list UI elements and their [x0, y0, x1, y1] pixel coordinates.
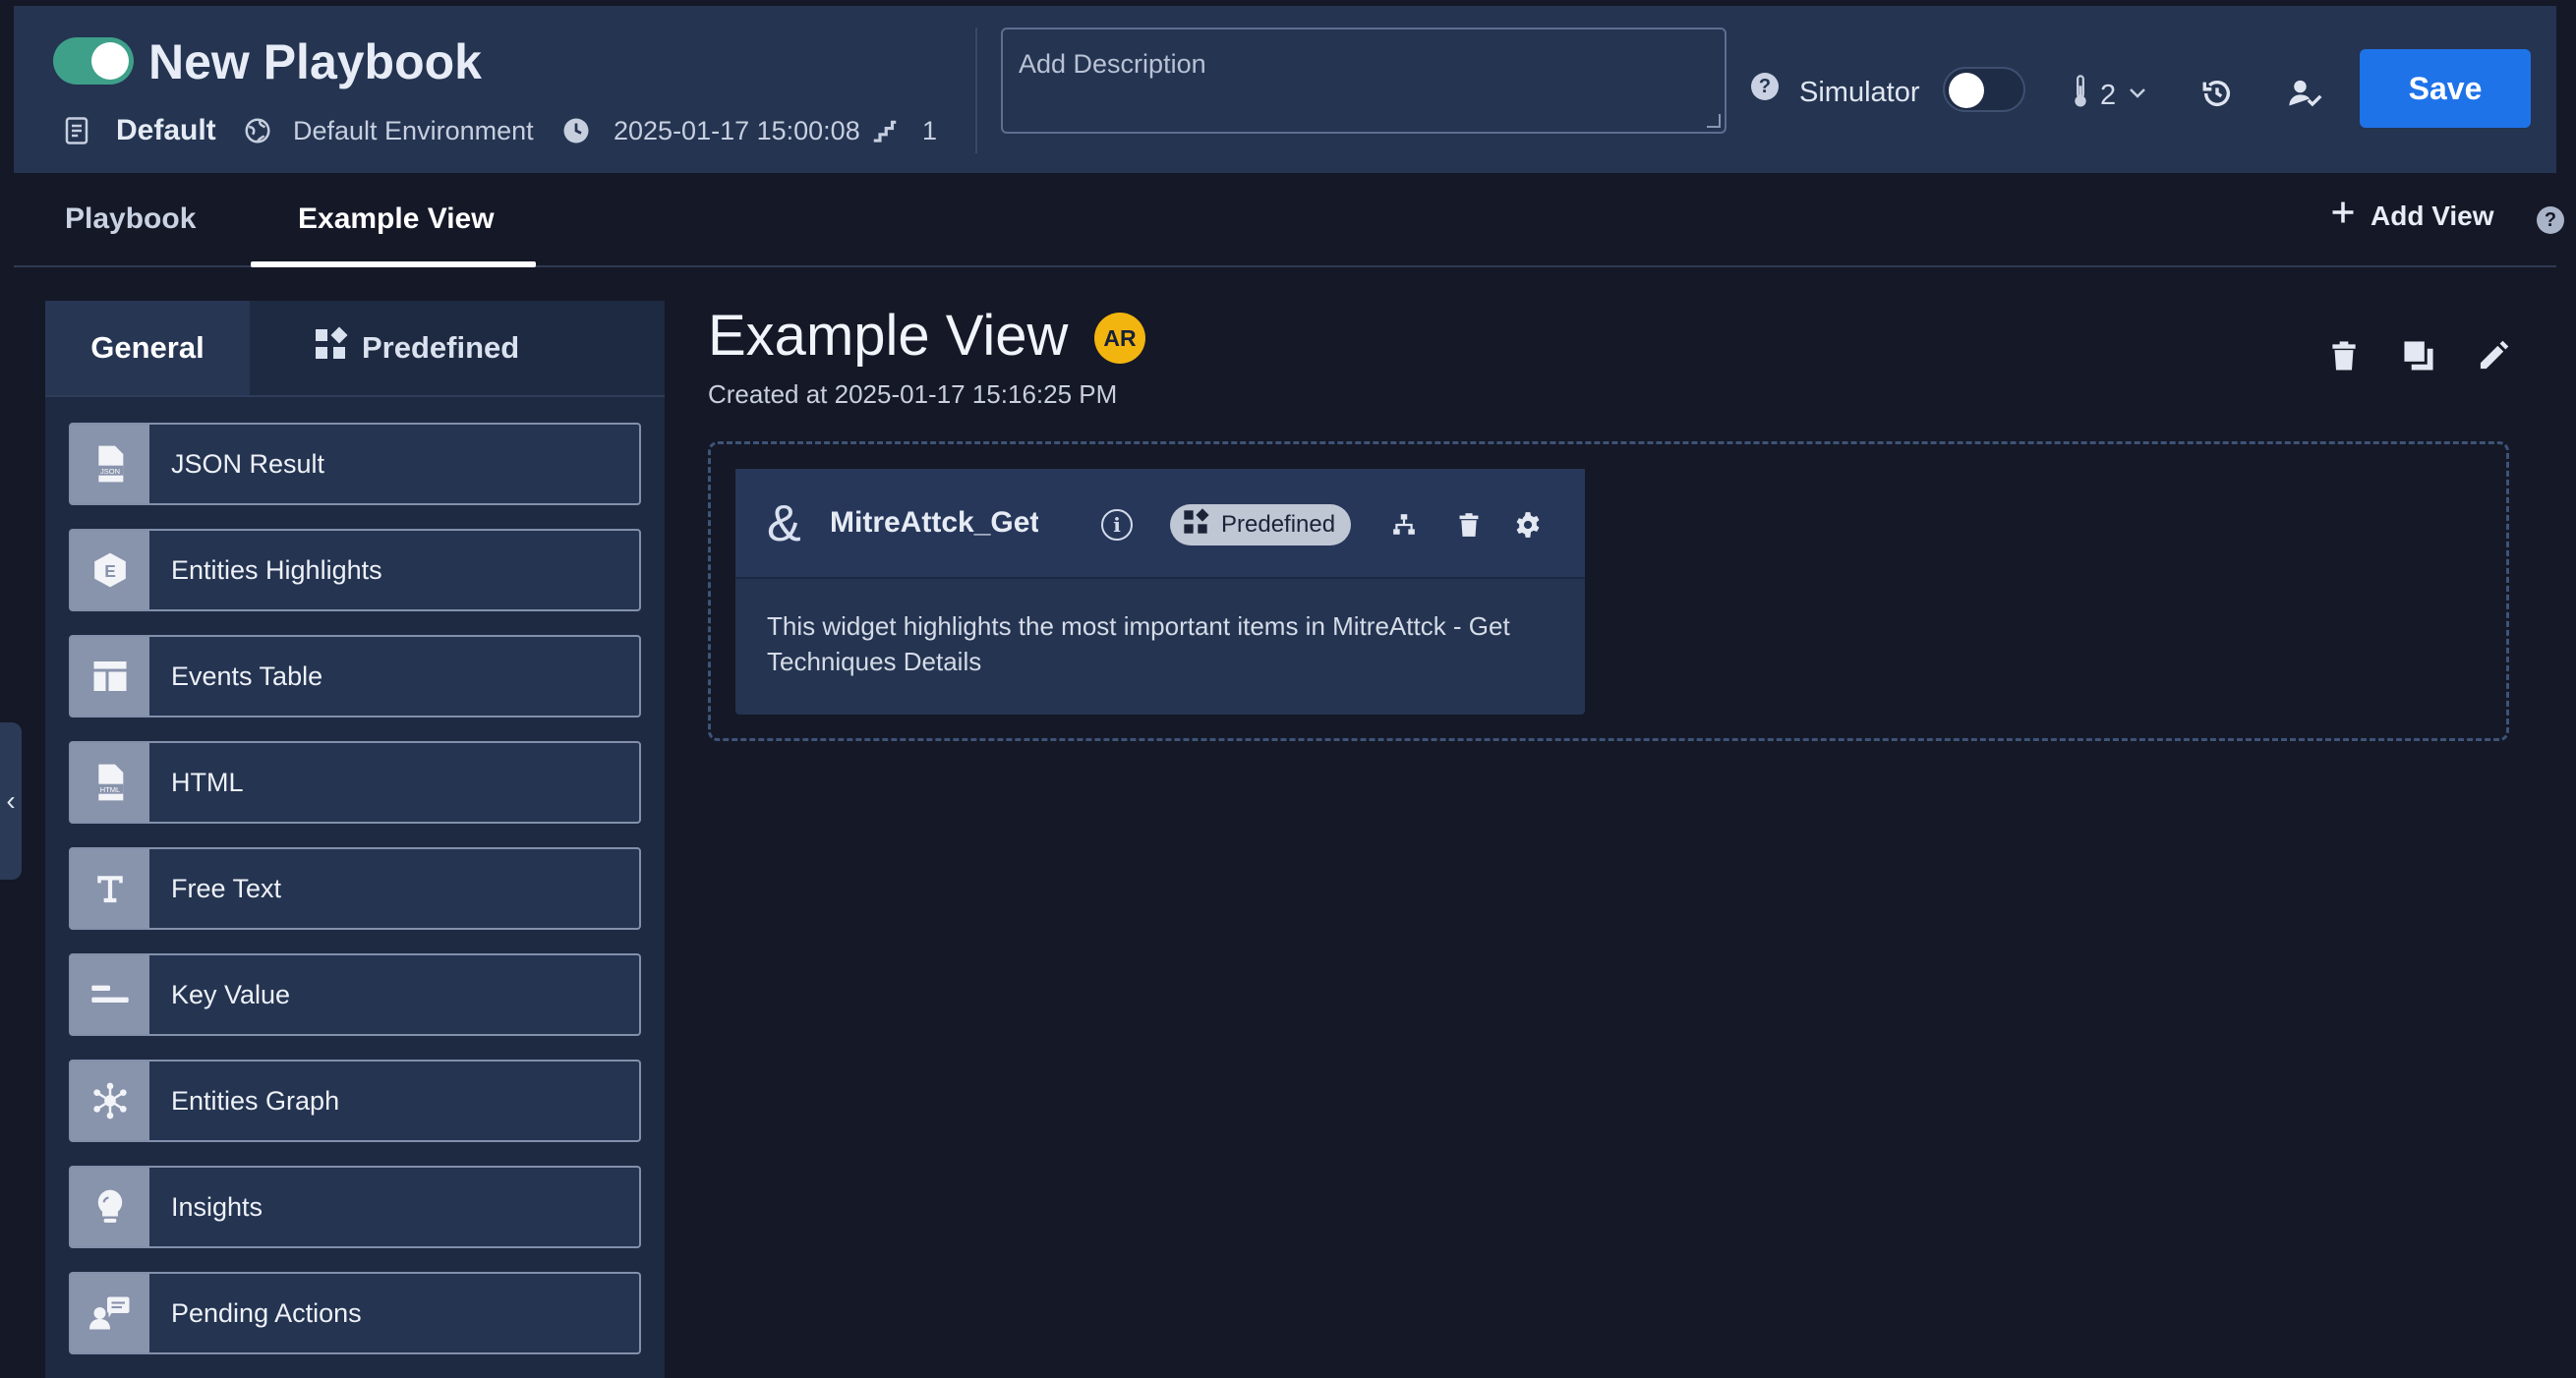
- svg-text:E: E: [104, 561, 116, 581]
- widget-item-events-table[interactable]: Events Table: [69, 635, 641, 718]
- active-tab-indicator: [251, 261, 536, 267]
- trash-icon[interactable]: [1453, 509, 1485, 541]
- widget-item-json-result[interactable]: JSON JSON Result: [69, 423, 641, 505]
- plus-icon: [2329, 199, 2357, 233]
- simulator-toggle[interactable]: [1943, 67, 2025, 112]
- widget-card[interactable]: & MitreAttck_Get Techniques Details i Pr…: [735, 469, 1585, 715]
- widget-panel-tabs: General Predefined: [45, 301, 665, 397]
- predefined-tab-label: Predefined: [362, 330, 520, 365]
- widget-item-pending-actions[interactable]: Pending Actions: [69, 1272, 641, 1354]
- user-check-icon[interactable]: [2287, 75, 2324, 112]
- widget-item-label: Insights: [171, 1191, 263, 1222]
- environment-meta[interactable]: Default Environment: [242, 112, 534, 149]
- tab-playbook[interactable]: Playbook: [65, 202, 196, 236]
- ampersand-icon: &: [767, 495, 801, 552]
- lightbulb-icon: [71, 1168, 149, 1246]
- predefined-badge-label: Predefined: [1221, 511, 1336, 538]
- edit-pencil-icon[interactable]: [2476, 338, 2511, 373]
- key-value-icon: [71, 955, 149, 1034]
- steps-icon: [869, 115, 901, 146]
- widget-item-label: Key Value: [171, 979, 291, 1009]
- widget-card-header: & MitreAttck_Get Techniques Details i Pr…: [735, 469, 1585, 579]
- widget-item-label: Entities Highlights: [171, 554, 382, 585]
- globe-icon: [242, 115, 273, 146]
- table-layout-icon: [71, 637, 149, 716]
- help-icon[interactable]: ?: [2537, 206, 2564, 234]
- timestamp-meta: 2025-01-17 15:00:08: [560, 112, 860, 149]
- steps-count: 1: [922, 115, 938, 145]
- playbook-title[interactable]: New Playbook: [148, 33, 482, 90]
- folder-label: Default: [116, 114, 216, 146]
- html-file-icon: HTML: [71, 743, 149, 822]
- widget-card-description: This widget highlights the most importan…: [767, 611, 1510, 676]
- description-input[interactable]: Add Description: [1001, 28, 1727, 134]
- save-button[interactable]: Save: [2360, 49, 2531, 128]
- resize-grip-icon[interactable]: [1707, 114, 1721, 128]
- clock-icon: [560, 115, 592, 146]
- view-title: Example View: [708, 304, 1069, 368]
- hierarchy-icon[interactable]: [1388, 509, 1420, 541]
- tab-example-view[interactable]: Example View: [298, 202, 495, 236]
- predefined-badge: Predefined: [1170, 504, 1352, 545]
- add-view-label: Add View: [2371, 200, 2494, 231]
- description-placeholder: Add Description: [1019, 49, 1206, 79]
- history-icon[interactable]: [2198, 75, 2236, 112]
- widget-item-html[interactable]: HTML HTML: [69, 741, 641, 824]
- simulator-help-icon[interactable]: ?: [1751, 73, 1779, 100]
- info-icon[interactable]: i: [1101, 509, 1133, 541]
- trash-icon[interactable]: [2326, 338, 2362, 373]
- priority-value: 2: [2100, 79, 2117, 111]
- tab-predefined[interactable]: Predefined: [313, 301, 519, 395]
- view-tabs: Playbook Example View Add View ?: [14, 173, 2564, 267]
- header-divider: [975, 28, 977, 153]
- predefined-grid-icon: [1182, 507, 1209, 543]
- environment-label: Default Environment: [293, 115, 534, 145]
- entity-hexagon-icon: E: [71, 531, 149, 609]
- text-t-icon: [71, 849, 149, 928]
- folder-meta[interactable]: Default: [61, 112, 216, 149]
- widget-item-entities-highlights[interactable]: E Entities Highlights: [69, 529, 641, 611]
- widget-card-title: MitreAttck_Get Techniques Details: [830, 506, 1038, 539]
- chevron-left-icon: ‹: [6, 785, 16, 816]
- widget-item-label: Entities Graph: [171, 1085, 340, 1116]
- view-created-at: Created at 2025-01-17 15:16:25 PM: [708, 379, 1118, 409]
- widget-item-label: Events Table: [171, 660, 323, 691]
- widget-item-entities-graph[interactable]: Entities Graph: [69, 1060, 641, 1142]
- document-icon: [61, 115, 92, 146]
- json-file-icon: JSON: [71, 425, 149, 503]
- thermometer-icon: [2071, 75, 2090, 116]
- playbook-header: New Playbook Default Default Environment…: [14, 6, 2556, 173]
- playbook-enable-toggle[interactable]: [53, 37, 134, 85]
- chevron-down-icon: [2126, 80, 2149, 112]
- widget-panel: General Predefined JSON JSON Result E En…: [45, 301, 665, 1378]
- svg-text:HTML: HTML: [100, 785, 120, 794]
- add-view-button[interactable]: Add View: [2329, 199, 2494, 233]
- collapse-panel-handle[interactable]: ‹: [0, 722, 22, 880]
- timestamp-label: 2025-01-17 15:00:08: [614, 115, 860, 145]
- widget-item-label: HTML: [171, 767, 244, 797]
- priority-dropdown[interactable]: 2: [2071, 75, 2149, 116]
- steps-meta: 1: [869, 112, 937, 149]
- widget-item-label: Free Text: [171, 873, 282, 903]
- widget-item-free-text[interactable]: Free Text: [69, 847, 641, 930]
- svg-text:JSON: JSON: [100, 467, 120, 476]
- widget-item-insights[interactable]: Insights: [69, 1166, 641, 1248]
- gear-icon[interactable]: [1512, 509, 1544, 541]
- graph-network-icon: [71, 1062, 149, 1140]
- avatar[interactable]: AR: [1094, 313, 1145, 364]
- duplicate-icon[interactable]: [2401, 338, 2436, 373]
- simulator-label: Simulator: [1799, 77, 1920, 108]
- user-message-icon: [71, 1274, 149, 1352]
- widget-item-label: Pending Actions: [171, 1297, 362, 1328]
- widget-item-label: JSON Result: [171, 448, 325, 479]
- tab-general[interactable]: General: [45, 301, 250, 395]
- predefined-grid-icon: [313, 326, 348, 370]
- widget-item-key-value[interactable]: Key Value: [69, 953, 641, 1036]
